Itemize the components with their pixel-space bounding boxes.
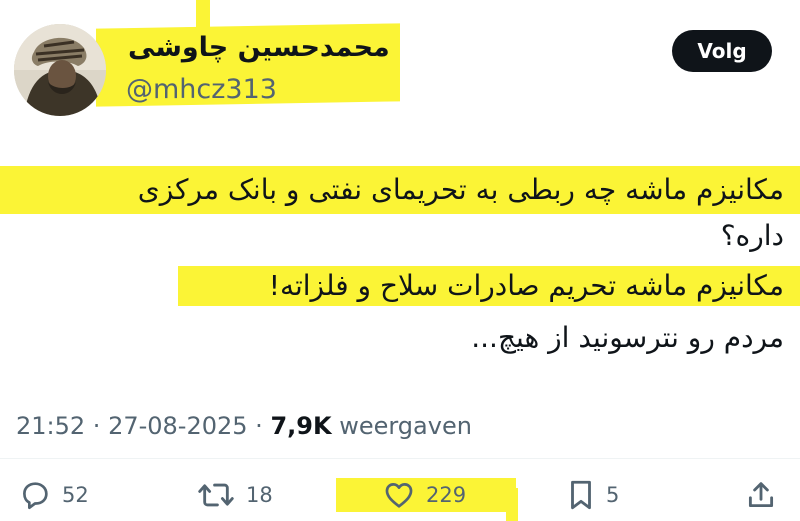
repost-icon xyxy=(198,483,234,507)
meta-separator-2: · xyxy=(247,412,271,440)
reply-icon xyxy=(23,482,48,510)
like-count: 229 xyxy=(426,483,467,507)
tweet-text-line-4: مردم رو نترسونید از هیچ... xyxy=(471,321,784,354)
like-button[interactable]: 229 xyxy=(382,474,466,516)
reply-button[interactable]: 52 xyxy=(18,474,89,516)
tweet-text-line-3: مکانیزم ماشه تحریم صادرات سلاح و فلزاته! xyxy=(268,269,784,302)
bookmark-count: 5 xyxy=(606,483,620,507)
tweet-text-line-1: مکانیزم ماشه چه ربطی به تحریمای نفتی و ب… xyxy=(137,173,784,206)
tweet-text-line-2: داره؟ xyxy=(720,219,784,252)
highlight-stroke-likes-tail xyxy=(506,488,518,521)
follow-button[interactable]: Volg xyxy=(672,30,772,72)
heart-icon xyxy=(385,483,413,508)
avatar[interactable] xyxy=(14,24,106,116)
reply-count: 52 xyxy=(62,483,89,507)
repost-button[interactable]: 18 xyxy=(196,474,273,516)
bookmark-button[interactable]: 5 xyxy=(566,474,619,516)
bookmark-icon xyxy=(571,480,591,510)
tweet-date[interactable]: 27-08-2025 xyxy=(108,412,247,440)
divider xyxy=(0,458,800,459)
view-count[interactable]: 7,9K xyxy=(270,412,331,440)
share-button[interactable] xyxy=(744,474,778,516)
repost-count: 18 xyxy=(246,483,273,507)
author-handle[interactable]: @mhcz313 xyxy=(126,70,277,110)
avatar-image xyxy=(14,24,106,116)
tweet-meta: 21:52 · 27-08-2025 · 7,9K weergaven xyxy=(16,406,472,446)
meta-separator-1: · xyxy=(85,412,109,440)
author-display-name[interactable]: محمدحسین چاوشی xyxy=(128,26,398,70)
views-label: weergaven xyxy=(331,412,472,440)
share-icon xyxy=(748,482,774,508)
tweet-time[interactable]: 21:52 xyxy=(16,412,85,440)
